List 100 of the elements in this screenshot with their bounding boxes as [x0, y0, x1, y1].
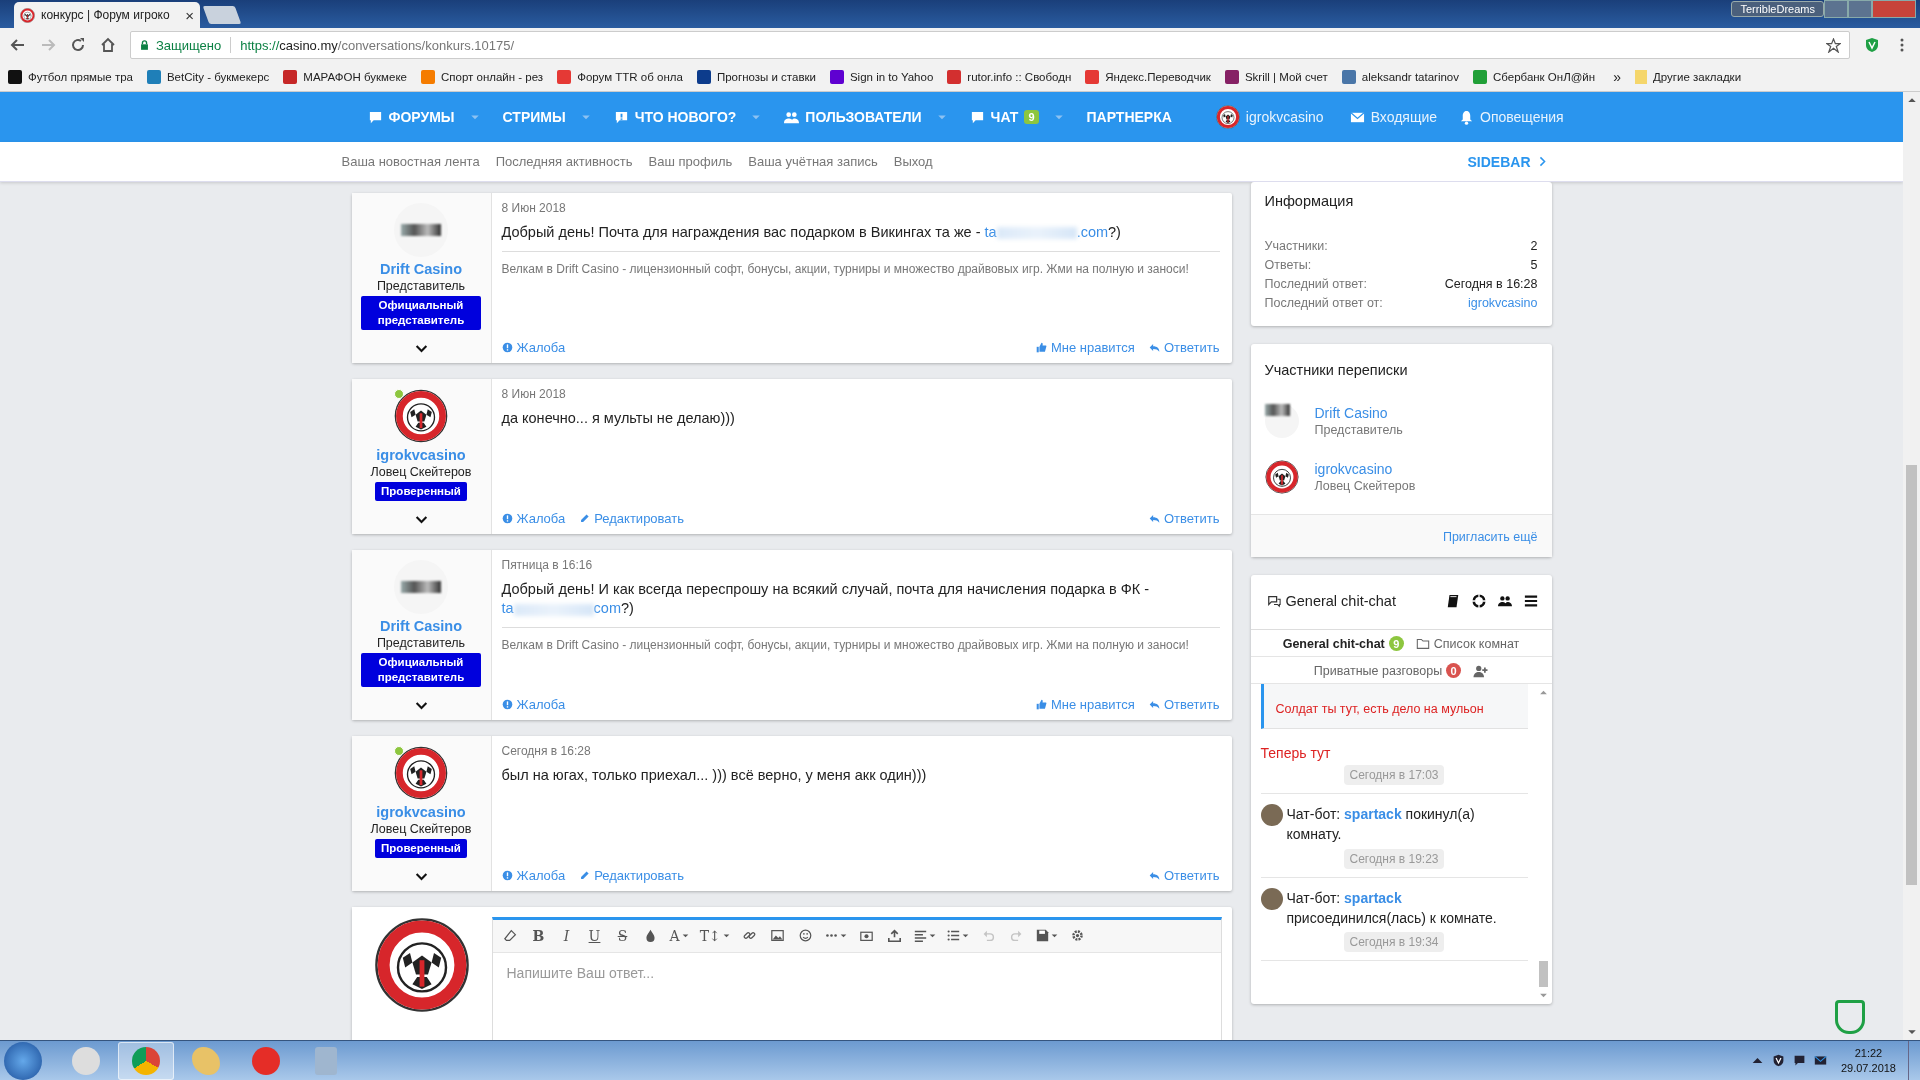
toolbar-button[interactable]: S	[610, 923, 635, 948]
shield-badge-icon	[1835, 1000, 1865, 1034]
reply-link[interactable]: Ответить	[1148, 867, 1220, 883]
lifebuoy-icon[interactable]	[1471, 594, 1486, 608]
bookmark-link[interactable]: Форум TTR об онла	[557, 69, 683, 84]
pencil-icon	[579, 869, 591, 881]
card-title: Информация	[1264, 192, 1355, 209]
reply-link[interactable]: Ответить	[1148, 696, 1220, 712]
username-link[interactable]: igrokvcasino	[376, 803, 466, 820]
username-link[interactable]: Drift Casino	[379, 261, 463, 277]
bookmark-link[interactable]: BetCity - букмекерс	[146, 69, 270, 84]
start-button[interactable]	[4, 1041, 42, 1080]
menu-icon[interactable]	[1523, 594, 1538, 608]
subnav-link[interactable]: Ваш профиль	[648, 154, 733, 169]
nav-menu-item[interactable]: ПОЛЬЗОВАТЕЛИ	[784, 109, 948, 125]
username-link[interactable]: spartack	[1344, 806, 1402, 822]
browser-tab[interactable]: конкурс | Форум игроко ×	[14, 2, 200, 28]
subnav-link[interactable]: Последняя активность	[495, 154, 633, 169]
report-link[interactable]: Жалоба	[501, 510, 566, 526]
favicon-icon	[20, 7, 35, 23]
nav-menu-item[interactable]: ФОРУМЫ	[367, 109, 481, 125]
alerts-link[interactable]: Оповещения	[1459, 109, 1564, 125]
like-link[interactable]: Мне нравится	[1035, 339, 1135, 355]
tray-shield-icon[interactable]	[1771, 1054, 1785, 1067]
bookmark-link[interactable]: Sign in to Yahoo	[829, 69, 934, 84]
reload-icon[interactable]	[70, 37, 86, 53]
username-link[interactable]: spartack	[1344, 889, 1402, 906]
bookmark-link[interactable]: rutor.info :: Свободн	[947, 69, 1072, 84]
nav-menu-item[interactable]: ПАРТНЕРКА	[1086, 109, 1172, 125]
redo-icon	[1010, 929, 1024, 943]
edit-link[interactable]: Редактировать	[579, 867, 685, 883]
username-link[interactable]: igrokvcasino	[376, 446, 466, 463]
chat-message: Чат-бот: spartack покинул(а) комнату.	[1286, 805, 1476, 845]
subnav-link[interactable]: Ваша учётная запись	[748, 154, 878, 169]
bookmark-link[interactable]: aleksandr tatarinov	[1341, 69, 1459, 84]
info-label: Последний ответ:	[1264, 277, 1367, 291]
subnav-link[interactable]: Выход	[893, 154, 933, 169]
profile-name-button[interactable]: TerribleDreams	[1731, 1, 1824, 17]
bookmark-star-icon[interactable]	[1826, 37, 1841, 53]
address-field[interactable]: Защищено https://casino.my/conversations/konkurs.10175/	[130, 31, 1850, 59]
scroll-up-icon	[1539, 688, 1548, 697]
new-tab-button[interactable]	[202, 6, 242, 24]
home-icon[interactable]	[100, 37, 116, 53]
report-link[interactable]: Жалоба	[501, 339, 566, 355]
subnav-link[interactable]: Ваша новостная лента	[341, 154, 480, 169]
signature-text: Велкам в Drift Casino - лицензионный софт, бонусы, акции, турниры и множество драйвовых игр. Жми на полную и заноси!	[501, 626, 1220, 652]
bookmark-link[interactable]: Футбол прямые тра	[8, 69, 133, 84]
chat-tab[interactable]: General chit-chat 9	[1282, 636, 1404, 651]
report-link[interactable]: Жалоба	[501, 696, 566, 712]
private-chats-tab[interactable]: Приватные разговоры 0	[1313, 663, 1462, 678]
bookmark-link[interactable]: Яндекс.Переводчик	[1085, 69, 1211, 84]
nav-menu-item[interactable]: ЧАТ 9	[969, 109, 1065, 125]
quoted-message: Солдат ты тут, есть дело на мульон	[1260, 684, 1528, 729]
chat-tab[interactable]: Список комнат	[1415, 636, 1520, 651]
logo-placeholder	[1264, 404, 1299, 438]
book-icon[interactable]	[1445, 594, 1460, 608]
taskbar-button[interactable]	[118, 1041, 174, 1080]
user-menu[interactable]: igrokvcasino	[1215, 105, 1324, 129]
username-link[interactable]: Drift Casino	[379, 617, 463, 634]
reply-link[interactable]: Ответить	[1148, 510, 1220, 526]
user-banner: Официальный представитель	[361, 296, 481, 330]
alert-icon	[501, 698, 513, 710]
inbox-link[interactable]: Входящие	[1349, 109, 1438, 125]
invite-link[interactable]: Пригласить ещё	[1442, 530, 1538, 544]
close-tab-button[interactable]: ×	[185, 6, 194, 24]
sidebar-toggle[interactable]: SIDEBAR	[1467, 153, 1548, 170]
edit-link[interactable]: Редактировать	[579, 510, 685, 526]
chat-bubbles-icon	[1266, 594, 1281, 608]
rich-text-editor[interactable]: B I U S A T↕ Напишите Ваш ответ...	[491, 916, 1222, 1040]
toolbar-button[interactable]: U	[582, 923, 607, 948]
add-user-icon[interactable]	[1473, 663, 1489, 678]
timestamp: Сегодня в 19:23	[1344, 848, 1444, 869]
page-scrollbar[interactable]	[1903, 92, 1920, 1040]
report-link[interactable]: Жалоба	[501, 867, 566, 883]
bookmark-link[interactable]: Спорт онлайн - рез	[420, 69, 544, 84]
username-link[interactable]: igrokvcasino	[1314, 461, 1416, 477]
bookmark-link[interactable]: Прогнозы и ставки	[696, 69, 816, 84]
nav-menu-item[interactable]: ЧТО НОВОГО?	[613, 109, 763, 125]
back-icon[interactable]	[10, 37, 26, 53]
bookmark-link[interactable]: МАРАФОН букмеке	[283, 69, 407, 84]
bookmark-link[interactable]: Skrill | Мой счет	[1224, 69, 1328, 84]
folder-icon	[1415, 637, 1430, 650]
username-link[interactable]: Drift Casino	[1314, 405, 1403, 421]
people-icon	[784, 109, 800, 125]
toolbar-button[interactable]: B	[526, 923, 551, 948]
shield-icon[interactable]	[1864, 37, 1880, 53]
scrollbar-thumb[interactable]	[1539, 961, 1548, 987]
nav-menu-item[interactable]: СТРИМЫ	[502, 109, 592, 125]
more-bookmarks-button[interactable]: »	[1613, 68, 1621, 85]
bookmark-folder[interactable]: Другие закладки	[1634, 69, 1742, 84]
like-link[interactable]: Мне нравится	[1035, 696, 1135, 712]
toolbar-button[interactable]: T↕	[696, 923, 734, 948]
toolbar-button[interactable]: I	[554, 923, 579, 948]
reply-link[interactable]: Ответить	[1148, 339, 1220, 355]
post-date: 8 Июн 2018	[501, 201, 567, 215]
username-link[interactable]: igrokvcasino	[1468, 296, 1538, 310]
toolbar-button[interactable]: A	[666, 923, 693, 948]
people-icon[interactable]	[1497, 594, 1512, 608]
clock[interactable]: 21:22 29.07.2018	[1840, 1046, 1896, 1075]
bookmark-link[interactable]: Сбербанк ОнЛ@йн	[1473, 69, 1596, 84]
